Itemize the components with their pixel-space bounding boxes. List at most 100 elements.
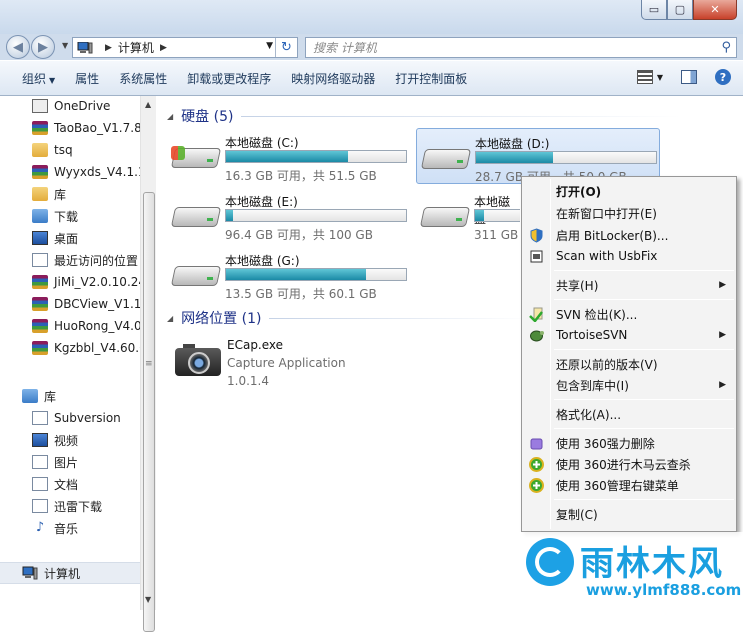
map-network-drive-button[interactable]: 映射网络驱动器 xyxy=(281,70,385,87)
organize-menu[interactable]: 组织 ▼ xyxy=(12,70,65,87)
scrollbar-thumb[interactable] xyxy=(143,192,155,632)
shield-icon xyxy=(530,228,543,243)
nav-item-kgzbbl[interactable]: Kgzbbl_V4.60.0 xyxy=(32,338,140,358)
windows-logo-icon xyxy=(171,146,185,160)
menu-item-bitlocker[interactable]: 启用 BitLocker(B)... xyxy=(524,225,734,245)
drive-c[interactable]: 本地磁盘 (C:) 16.3 GB 可用，共 51.5 GB xyxy=(167,128,407,184)
nav-item-computer[interactable]: 计算机 xyxy=(22,563,130,583)
menu-item-svn-checkout[interactable]: SVN 检出(K)... xyxy=(524,304,734,324)
menu-item-restore-previous[interactable]: 还原以前的版本(V) xyxy=(524,354,734,374)
search-icon[interactable]: ⚲ xyxy=(721,40,731,55)
breadcrumb-computer[interactable]: 计算机 xyxy=(118,39,154,56)
menu-item-format[interactable]: 格式化(A)... xyxy=(524,404,734,424)
drive-e[interactable]: 本地磁盘 (E:) 96.4 GB 可用，共 100 GB xyxy=(167,187,407,243)
archive-icon xyxy=(32,275,48,289)
forward-arrow-icon: ▶ xyxy=(38,39,48,55)
drive-space-info: 311 GB 可 xyxy=(474,228,520,242)
submenu-arrow-icon: ▶ xyxy=(719,330,726,340)
collapse-triangle-icon[interactable]: ◢ xyxy=(167,112,173,121)
help-icon[interactable]: ? xyxy=(715,69,731,85)
nav-item-huorong[interactable]: HuoRong_V4.0. xyxy=(32,316,140,336)
maximize-button[interactable]: ▢ xyxy=(667,0,693,20)
menu-item-label: 在新窗口中打开(E) xyxy=(556,206,657,221)
drive-usage-bar xyxy=(475,151,657,164)
address-dropdown-icon[interactable]: ▼ xyxy=(266,41,273,51)
menu-item-include-in-library[interactable]: 包含到库中(I) ▶ xyxy=(524,375,734,395)
camera-icon xyxy=(175,340,221,378)
nav-item-onedrive[interactable]: OneDrive xyxy=(32,96,140,116)
breadcrumb-separator-icon[interactable]: ▶ xyxy=(160,43,167,53)
navigation-pane: OneDrive TaoBao_V1.7.8. tsq Wyyxds_V4.1.… xyxy=(0,96,156,632)
uninstall-program-button[interactable]: 卸载或更改程序 xyxy=(177,70,281,87)
drive-g[interactable]: 本地磁盘 (G:) 13.5 GB 可用，共 60.1 GB xyxy=(167,246,407,302)
nav-item-desktop[interactable]: 桌面 xyxy=(32,228,140,248)
drive-f[interactable]: 本地磁盘 311 GB 可 xyxy=(416,187,520,243)
menu-item-label: SVN 检出(K)... xyxy=(556,307,638,322)
nav-item-taobao[interactable]: TaoBao_V1.7.8. xyxy=(32,118,140,138)
network-item-ecap[interactable]: ECap.exe Capture Application 1.0.1.4 xyxy=(175,338,475,390)
menu-item-open[interactable]: 打开(O) xyxy=(524,181,734,201)
computer-icon xyxy=(22,566,38,580)
hard-disk-section-header[interactable]: ◢ 硬盘 (5) xyxy=(167,106,733,126)
menu-item-usbfix[interactable]: Scan with UsbFix xyxy=(524,246,734,266)
computer-icon xyxy=(77,41,93,53)
address-bar[interactable]: ▶ 计算机 ▶ ▼ ↻ xyxy=(72,37,298,58)
menu-item-label: 包含到库中(I) xyxy=(556,378,629,393)
nav-item-label: 库 xyxy=(44,389,57,404)
drive-space-info: 13.5 GB 可用，共 60.1 GB xyxy=(225,287,377,301)
app-version: 1.0.1.4 xyxy=(227,374,269,388)
minimize-button[interactable]: ▭ xyxy=(641,0,667,20)
pictures-icon xyxy=(32,455,48,469)
section-title: 网络位置 (1) xyxy=(181,311,262,327)
nav-item-downloads[interactable]: 下载 xyxy=(32,206,140,226)
recent-pages-dropdown[interactable]: ▼ xyxy=(62,41,68,50)
scroll-down-icon[interactable]: ▼ xyxy=(145,595,151,604)
refresh-button[interactable]: ↻ xyxy=(275,38,297,57)
system-properties-button[interactable]: 系统属性 xyxy=(109,70,177,87)
forward-button[interactable]: ▶ xyxy=(31,35,55,59)
properties-button[interactable]: 属性 xyxy=(65,70,109,87)
preview-pane-icon[interactable] xyxy=(681,70,697,84)
nav-item-subversion[interactable]: Subversion xyxy=(32,408,140,428)
nav-item-jimi[interactable]: JiMi_V2.0.10.24 xyxy=(32,272,140,292)
menu-item-share[interactable]: 共享(H) ▶ xyxy=(524,275,734,295)
menu-item-tortoisesvn[interactable]: TortoiseSVN ▶ xyxy=(524,325,734,345)
nav-item-label: 桌面 xyxy=(54,231,79,246)
nav-item-documents[interactable]: 文档 xyxy=(32,474,140,494)
view-dropdown-icon[interactable]: ▼ xyxy=(657,73,663,82)
context-menu: 打开(O) 在新窗口中打开(E) 启用 BitLocker(B)... Scan… xyxy=(521,176,737,532)
scroll-grip-icon: ≡ xyxy=(145,359,153,369)
search-input[interactable]: 搜索 计算机 ⚲ xyxy=(305,37,737,58)
archive-icon xyxy=(32,297,48,311)
back-button[interactable]: ◀ xyxy=(6,35,30,59)
nav-item-library[interactable]: 库 xyxy=(32,184,140,204)
nav-item-recent-places[interactable]: 最近访问的位置 xyxy=(32,250,140,270)
close-button[interactable]: ✕ xyxy=(693,0,737,20)
view-options-icon[interactable] xyxy=(636,70,653,84)
nav-vertical-scrollbar[interactable]: ▲ ≡ ▼ xyxy=(140,96,156,632)
breadcrumb-separator-icon: ▶ xyxy=(105,42,112,53)
nav-item-label: 图片 xyxy=(54,455,79,470)
nav-item-libraries[interactable]: 库 xyxy=(22,386,130,406)
menu-item-open-new-window[interactable]: 在新窗口中打开(E) xyxy=(524,203,734,223)
nav-item-pictures[interactable]: 图片 xyxy=(32,452,140,472)
nav-item-tsq[interactable]: tsq xyxy=(32,140,140,160)
window-controls: ▭ ▢ ✕ xyxy=(641,0,737,20)
drive-usage-fill xyxy=(226,210,234,221)
menu-item-label: 启用 BitLocker(B)... xyxy=(556,228,669,243)
menu-item-360-trojan-scan[interactable]: 使用 360进行木马云查杀 xyxy=(524,454,734,474)
menu-item-copy[interactable]: 复制(C) xyxy=(524,504,734,524)
nav-item-music[interactable]: ♪ 音乐 xyxy=(32,518,140,538)
open-control-panel-button[interactable]: 打开控制面板 xyxy=(385,70,477,87)
nav-item-wyyxds[interactable]: Wyyxds_V4.1.1. xyxy=(32,162,140,182)
scroll-up-icon[interactable]: ▲ xyxy=(145,100,151,109)
nav-item-label: Subversion xyxy=(54,411,121,425)
menu-item-360-force-delete[interactable]: 使用 360强力删除 xyxy=(524,433,734,453)
nav-item-videos[interactable]: 视频 xyxy=(32,430,140,450)
documents-icon xyxy=(32,477,48,491)
nav-item-thunder-downloads[interactable]: 迅雷下载 xyxy=(32,496,140,516)
collapse-triangle-icon[interactable]: ◢ xyxy=(167,314,173,323)
nav-item-dbcview[interactable]: DBCView_V1.1_ xyxy=(32,294,140,314)
menu-item-360-manage-menu[interactable]: 使用 360管理右键菜单 xyxy=(524,475,734,495)
app-description: Capture Application xyxy=(227,356,346,370)
